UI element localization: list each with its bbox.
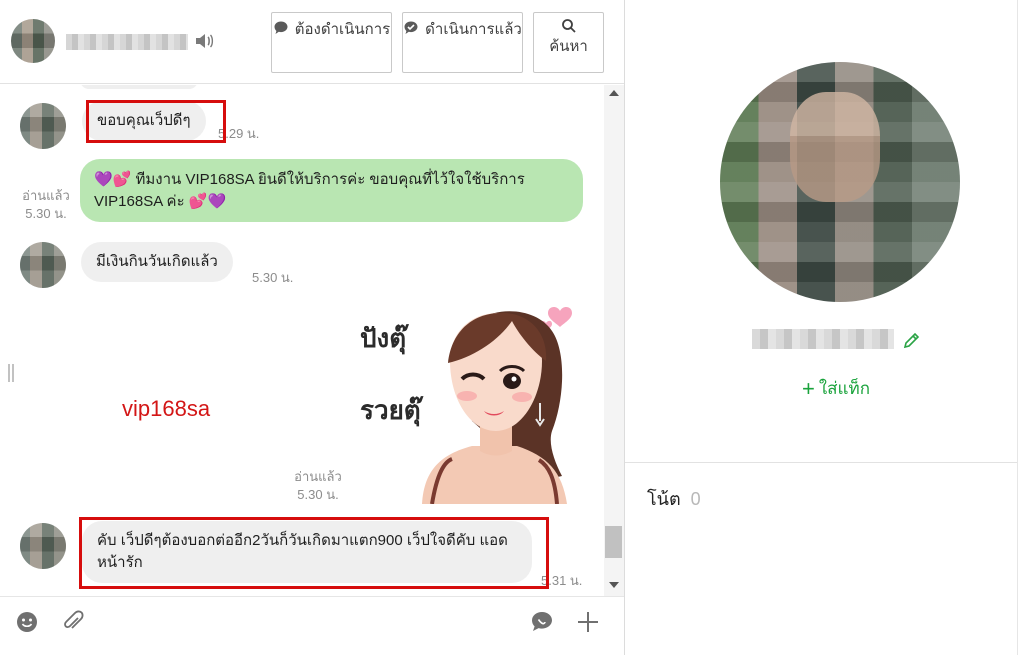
profile-name-blurred (752, 329, 894, 349)
composer-toolbar (0, 596, 624, 655)
check-bubble-icon (404, 21, 418, 34)
chat-app: ต้องดำเนินการ ดำเนินการแล้ว ค้นหา ขอบคุณ… (0, 0, 1022, 655)
message-list[interactable]: ขอบคุณเว็ปดีๆ 5.29 น. อ่านแล้ว 5.30 น. 💜… (0, 85, 604, 596)
todo-button-label: ต้องดำเนินการ (294, 21, 391, 38)
message-text: ขอบคุณเว็ปดีๆ (97, 112, 191, 129)
sticker-text: รวยตุ๊ (360, 396, 424, 427)
contact-name-blurred (66, 34, 188, 50)
outgoing-message: 💜💕 ทีมงาน VIP168SA ยินดีให้บริการค่ะ ขอบ… (80, 159, 583, 222)
incoming-message: มีเงินกินวันเกิดแล้ว (81, 242, 233, 282)
sticker-bubble-icon[interactable] (529, 609, 555, 635)
add-tag-button[interactable]: + ใส่แท็ก (802, 375, 870, 402)
profile-card: + ใส่แท็ก (625, 0, 1017, 463)
message-time: 5.31 น. (541, 573, 583, 588)
read-receipt: อ่านแล้ว 5.30 น. (16, 187, 76, 223)
scroll-thumb[interactable] (605, 526, 622, 558)
scroll-up-arrow[interactable] (609, 90, 619, 96)
pencil-icon[interactable] (902, 330, 922, 350)
chat-header: ต้องดำเนินการ ดำเนินการแล้ว ค้นหา (0, 0, 624, 84)
sender-avatar[interactable] (20, 242, 66, 288)
note-label: โน้ต (647, 489, 681, 509)
chat-pane: ต้องดำเนินการ ดำเนินการแล้ว ค้นหา ขอบคุณ… (0, 0, 625, 655)
read-label: อ่านแล้ว (22, 188, 70, 203)
read-receipt: อ่านแล้ว 5.30 น. (288, 468, 348, 504)
note-count: 0 (690, 489, 701, 509)
message-time: 5.30 น. (252, 270, 294, 285)
resize-handle[interactable] (8, 364, 14, 382)
notes-section[interactable]: โน้ต 0 (647, 484, 701, 513)
emoji-icon[interactable] (14, 609, 40, 635)
message-time: 5.29 น. (218, 126, 260, 141)
message-text: มีเงินกินวันเกิดแล้ว (96, 253, 218, 270)
read-label: อ่านแล้ว (294, 469, 342, 484)
plus-icon[interactable] (575, 609, 601, 635)
message-scrollbar[interactable] (604, 85, 624, 596)
done-button[interactable]: ดำเนินการแล้ว (402, 12, 523, 73)
message-text: คับ เว็ปดีๆต้องบอกต่ออีก2วันก็วันเกิดมาแ… (97, 532, 508, 571)
contact-avatar[interactable] (11, 19, 55, 63)
sticker-image[interactable]: ปังตุ๊ รวยตุ๊ (352, 301, 584, 504)
todo-button[interactable]: ต้องดำเนินการ (271, 12, 392, 73)
profile-pane: + ใส่แท็ก โน้ต 0 (625, 0, 1022, 655)
plus-icon: + (802, 376, 815, 401)
sticker-text: ปังตุ๊ (360, 324, 409, 355)
done-button-label: ดำเนินการแล้ว (425, 21, 522, 38)
add-tag-label: ใส่แท็ก (818, 379, 870, 398)
search-button-label: ค้นหา (549, 38, 588, 55)
previous-message-bubble (80, 85, 198, 89)
incoming-message: ขอบคุณเว็ปดีๆ (82, 101, 206, 141)
search-icon (561, 19, 576, 33)
message-text: 💜💕 ทีมงาน VIP168SA ยินดีให้บริการค่ะ ขอบ… (94, 171, 525, 210)
message-time: 5.30 น. (297, 487, 339, 502)
attachment-icon[interactable] (60, 609, 86, 635)
pane-divider (1017, 0, 1018, 655)
message-time: 5.30 น. (25, 206, 67, 221)
sender-avatar[interactable] (20, 103, 66, 149)
profile-avatar[interactable] (720, 62, 960, 302)
scroll-down-arrow[interactable] (609, 582, 619, 588)
search-button[interactable]: ค้นหา (533, 12, 604, 73)
chat-bubble-icon (274, 21, 288, 34)
incoming-message: คับ เว็ปดีๆต้องบอกต่ออีก2วันก็วันเกิดมาแ… (82, 521, 532, 583)
sender-avatar[interactable] (20, 523, 66, 569)
watermark-text: vip168sa (122, 396, 211, 421)
speaker-icon[interactable] (194, 31, 214, 51)
